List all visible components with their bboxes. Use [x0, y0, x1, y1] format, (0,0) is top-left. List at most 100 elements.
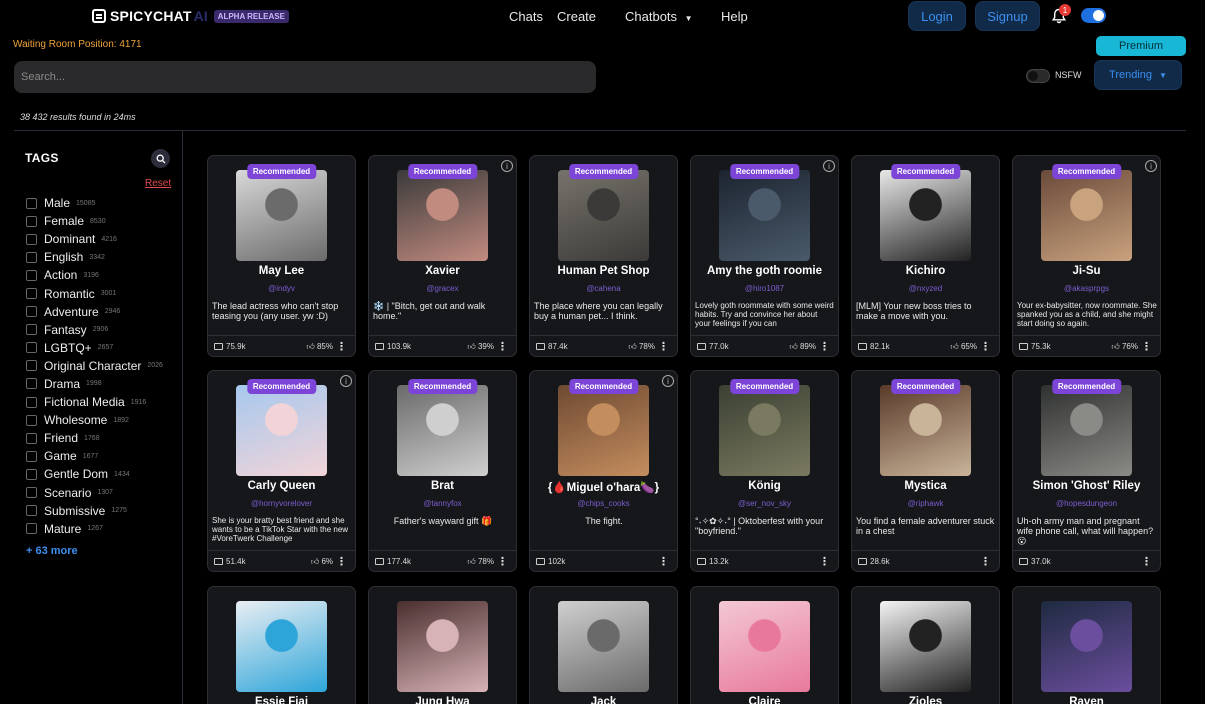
- chatbot-card[interactable]: Jack: [529, 586, 678, 704]
- tag-item[interactable]: Fictional Media 1916: [26, 393, 163, 411]
- tag-item[interactable]: Action 3196: [26, 266, 163, 284]
- search-input[interactable]: [14, 61, 596, 93]
- logo[interactable]: SPICYCHAT AI ALPHA RELEASE: [92, 8, 289, 24]
- tag-checkbox[interactable]: [26, 269, 37, 281]
- nav-create[interactable]: Create: [557, 9, 596, 24]
- info-icon[interactable]: i: [1145, 160, 1157, 172]
- reset-tags-link[interactable]: Reset: [145, 178, 171, 189]
- tag-item[interactable]: English 3342: [26, 248, 163, 266]
- card-handle[interactable]: @akasprpgs: [1013, 284, 1160, 293]
- card-handle[interactable]: @hornyvorelover: [208, 499, 355, 508]
- card-handle[interactable]: @chips_cooks: [530, 499, 677, 508]
- more-options-icon[interactable]: ⋮: [497, 555, 508, 568]
- tag-item[interactable]: Gentle Dom 1434: [26, 465, 163, 483]
- chatbot-card[interactable]: Recommended Human Pet Shop @cahena The plac…: [529, 155, 678, 357]
- tag-item[interactable]: LGBTQ+ 2657: [26, 339, 163, 357]
- more-tags-link[interactable]: + 63 more: [26, 545, 78, 557]
- tag-checkbox[interactable]: [26, 450, 37, 462]
- chatbot-card[interactable]: Recommended Simon 'Ghost' Riley @hopesdung…: [1012, 370, 1161, 572]
- more-options-icon[interactable]: ⋮: [658, 340, 669, 353]
- chatbot-card[interactable]: Recommended Brat @tannyfox Father's wayward…: [368, 370, 517, 572]
- chatbot-card[interactable]: Claire: [690, 586, 839, 704]
- tag-search-button[interactable]: [151, 149, 170, 168]
- tag-item[interactable]: Wholesome 1892: [26, 411, 163, 429]
- card-handle[interactable]: @indyv: [208, 284, 355, 293]
- login-button[interactable]: Login: [908, 1, 966, 31]
- tag-item[interactable]: Male 15085: [26, 194, 163, 212]
- tag-checkbox[interactable]: [26, 288, 37, 300]
- nsfw-toggle[interactable]: [1026, 69, 1050, 83]
- signup-button[interactable]: Signup: [975, 1, 1040, 31]
- chatbot-card[interactable]: Essie Fiai: [207, 586, 356, 704]
- tag-checkbox[interactable]: [26, 378, 37, 390]
- chatbot-card[interactable]: Recommended König @ser_nov_sky °˖✧✿✧˖° | Ok…: [690, 370, 839, 572]
- tag-checkbox[interactable]: [26, 324, 37, 336]
- tag-checkbox[interactable]: [26, 432, 37, 444]
- card-handle[interactable]: @nxyzed: [852, 284, 999, 293]
- chatbot-card[interactable]: Recommended Mystica @riphawk You find a fem…: [851, 370, 1000, 572]
- tag-checkbox[interactable]: [26, 233, 37, 245]
- tag-checkbox[interactable]: [26, 505, 37, 517]
- chatbot-card[interactable]: Recommended i Amy the goth roomie @hiro1087…: [690, 155, 839, 357]
- tag-checkbox[interactable]: [26, 414, 37, 426]
- card-handle[interactable]: @gracex: [369, 284, 516, 293]
- tag-item[interactable]: Drama 1998: [26, 375, 163, 393]
- tag-checkbox[interactable]: [26, 215, 37, 227]
- card-handle[interactable]: @tannyfox: [369, 499, 516, 508]
- chatbot-card[interactable]: Recommended i Ji-Su @akasprpgs Your ex-babys…: [1012, 155, 1161, 357]
- premium-button[interactable]: Premium: [1096, 36, 1186, 56]
- more-options-icon[interactable]: ⋮: [1141, 555, 1152, 568]
- chatbot-card[interactable]: Raven: [1012, 586, 1161, 704]
- chatbot-card[interactable]: Recommended i {🩸Miguel o'hara🍆} @chips_cook…: [529, 370, 678, 572]
- more-options-icon[interactable]: ⋮: [980, 555, 991, 568]
- tag-item[interactable]: Romantic 3001: [26, 284, 163, 302]
- tag-checkbox[interactable]: [26, 523, 37, 535]
- info-icon[interactable]: i: [662, 375, 674, 387]
- card-handle[interactable]: @hopesdungeon: [1013, 499, 1160, 508]
- more-options-icon[interactable]: ⋮: [980, 340, 991, 353]
- tag-item[interactable]: Female 8530: [26, 212, 163, 230]
- info-icon[interactable]: i: [340, 375, 352, 387]
- chatbot-card[interactable]: Recommended i Xavier @gracex ❄️ | "Bitch, ge…: [368, 155, 517, 357]
- card-handle[interactable]: @riphawk: [852, 499, 999, 508]
- tag-checkbox[interactable]: [26, 251, 37, 263]
- tag-item[interactable]: Submissive 1275: [26, 502, 163, 520]
- tag-item[interactable]: Scenario 1307: [26, 484, 163, 502]
- tag-item[interactable]: Mature 1267: [26, 520, 163, 538]
- tag-item[interactable]: Adventure 2946: [26, 303, 163, 321]
- card-handle[interactable]: @ser_nov_sky: [691, 499, 838, 508]
- more-options-icon[interactable]: ⋮: [1141, 340, 1152, 353]
- card-handle[interactable]: @hiro1087: [691, 284, 838, 293]
- tag-item[interactable]: Dominant 4216: [26, 230, 163, 248]
- chatbot-card[interactable]: Recommended i Carly Queen @hornyvorelover Sh…: [207, 370, 356, 572]
- tag-checkbox[interactable]: [26, 342, 37, 354]
- nav-chats[interactable]: Chats: [509, 9, 543, 24]
- more-options-icon[interactable]: ⋮: [658, 555, 669, 568]
- chatbot-card[interactable]: Jung Hwa: [368, 586, 517, 704]
- nav-chatbots[interactable]: Chatbots ▼: [625, 9, 693, 24]
- tag-checkbox[interactable]: [26, 197, 37, 209]
- card-handle[interactable]: @cahena: [530, 284, 677, 293]
- info-icon[interactable]: i: [501, 160, 513, 172]
- more-options-icon[interactable]: ⋮: [819, 340, 830, 353]
- sort-dropdown[interactable]: Trending ▼: [1094, 60, 1182, 90]
- more-options-icon[interactable]: ⋮: [336, 340, 347, 353]
- tag-item[interactable]: Fantasy 2906: [26, 321, 163, 339]
- nav-help[interactable]: Help: [721, 9, 748, 24]
- theme-toggle[interactable]: [1081, 8, 1106, 23]
- tag-checkbox[interactable]: [26, 468, 37, 480]
- tag-item[interactable]: Friend 1768: [26, 429, 163, 447]
- tag-item[interactable]: Game 1677: [26, 447, 163, 465]
- more-options-icon[interactable]: ⋮: [336, 555, 347, 568]
- info-icon[interactable]: i: [823, 160, 835, 172]
- tag-checkbox[interactable]: [26, 487, 37, 499]
- chatbot-card[interactable]: Recommended May Lee @indyv The lead actress…: [207, 155, 356, 357]
- more-options-icon[interactable]: ⋮: [497, 340, 508, 353]
- tag-checkbox[interactable]: [26, 306, 37, 318]
- tag-item[interactable]: Original Character 2026: [26, 357, 163, 375]
- more-options-icon[interactable]: ⋮: [819, 555, 830, 568]
- chatbot-card[interactable]: Recommended Kichiro @nxyzed [MLM] Your new …: [851, 155, 1000, 357]
- tag-checkbox[interactable]: [26, 396, 37, 408]
- chatbot-card[interactable]: Zioles: [851, 586, 1000, 704]
- tag-checkbox[interactable]: [26, 360, 37, 372]
